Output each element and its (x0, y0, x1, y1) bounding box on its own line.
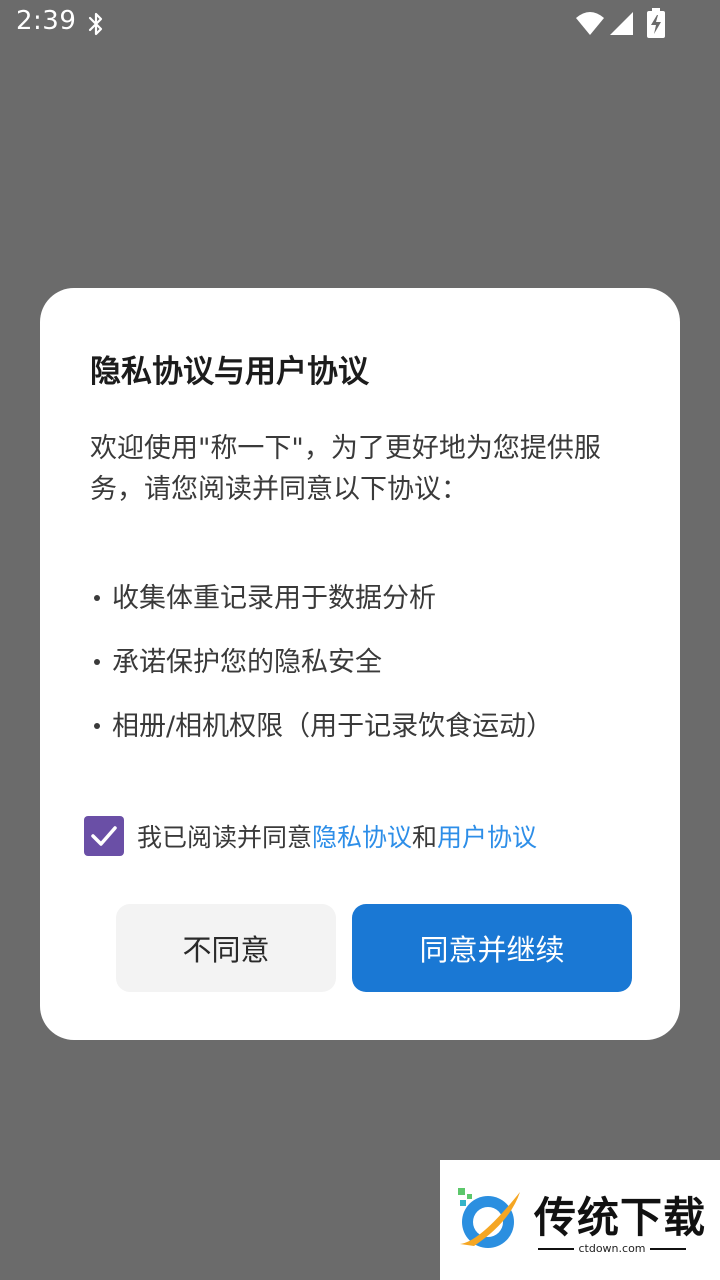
wifi-icon (576, 12, 604, 35)
privacy-policy-link[interactable]: 隐私协议 (312, 823, 412, 852)
disagree-button[interactable]: 不同意 (116, 904, 336, 992)
checkmark-icon (91, 826, 117, 846)
bullet-text: 收集体重记录用于数据分析 (112, 583, 436, 614)
bullet-dot (94, 722, 100, 729)
status-bar: 2:39 (0, 0, 720, 48)
user-agreement-link[interactable]: 用户协议 (437, 823, 537, 852)
dialog-title: 隐私协议与用户协议 (90, 354, 369, 390)
watermark-subtitle-row: ctdown.com (534, 1242, 690, 1255)
watermark-subtitle: ctdown.com (578, 1242, 646, 1255)
battery-charging-icon (647, 8, 665, 38)
status-time: 2:39 (16, 6, 77, 36)
privacy-dialog: 隐私协议与用户协议 欢迎使用"称一下"，为了更好地为您提供服务，请您阅读并同意以… (40, 288, 680, 1040)
bullet-dot (94, 594, 100, 601)
bullet-item: 收集体重记录用于数据分析 (94, 576, 436, 615)
consent-prefix: 我已阅读并同意 (137, 823, 313, 852)
bullet-item: 承诺保护您的隐私安全 (94, 640, 382, 679)
consent-text: 我已阅读并同意隐私协议和用户协议 (137, 818, 537, 854)
dialog-intro: 欢迎使用"称一下"，为了更好地为您提供服务，请您阅读并同意以下协议： (90, 433, 601, 505)
consent-conjunction: 和 (412, 823, 438, 852)
bullet-item: 相册/相机权限（用于记录饮食运动） (94, 704, 553, 743)
agree-continue-button[interactable]: 同意并继续 (352, 904, 632, 992)
watermark-logo-icon (458, 1188, 520, 1248)
bluetooth-icon (88, 12, 103, 36)
watermark-badge: 传统下载 ctdown.com (440, 1160, 720, 1280)
consent-checkbox[interactable] (84, 816, 124, 856)
divider (538, 1247, 575, 1250)
watermark-title: 传统下载 (534, 1193, 707, 1242)
consent-row: 我已阅读并同意隐私协议和用户协议 (84, 816, 537, 856)
bullet-dot (94, 658, 100, 665)
bullet-text: 相册/相机权限（用于记录饮食运动） (112, 711, 554, 742)
bullet-text: 承诺保护您的隐私安全 (112, 647, 382, 678)
signal-icon (610, 12, 633, 35)
divider (649, 1247, 686, 1250)
